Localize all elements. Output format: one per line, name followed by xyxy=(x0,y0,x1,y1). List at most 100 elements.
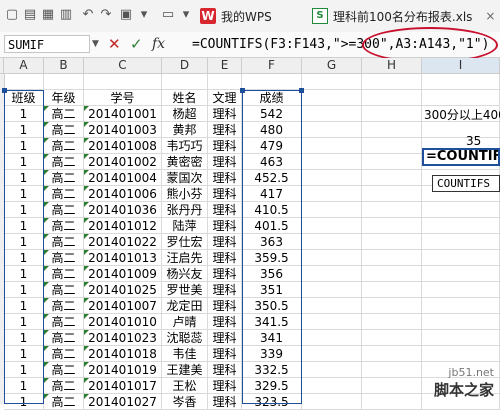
grade-cell[interactable]: 高二 xyxy=(44,250,84,266)
cell[interactable] xyxy=(362,282,422,298)
cell[interactable] xyxy=(422,330,500,346)
grade-cell[interactable]: 高二 xyxy=(44,378,84,394)
format-painter-icon[interactable]: ▣ xyxy=(118,7,134,23)
score-cell[interactable]: 351 xyxy=(242,282,302,298)
name-cell[interactable]: 王建美 xyxy=(162,362,208,378)
track-cell[interactable]: 理科 xyxy=(208,250,242,266)
score-cell[interactable]: 339 xyxy=(242,346,302,362)
name-cell[interactable]: 龙定田 xyxy=(162,298,208,314)
name-cell[interactable]: 罗仕宏 xyxy=(162,234,208,250)
grade-cell[interactable]: 高二 xyxy=(44,154,84,170)
class-cell[interactable]: 1 xyxy=(4,154,44,170)
score-cell[interactable]: 410.5 xyxy=(242,202,302,218)
student-id-cell[interactable]: 201401012 xyxy=(84,218,162,234)
cancel-icon[interactable]: ✕ xyxy=(108,36,121,52)
track-cell[interactable]: 理科 xyxy=(208,362,242,378)
student-id-cell[interactable]: 201401023 xyxy=(84,330,162,346)
class-cell[interactable]: 1 xyxy=(4,234,44,250)
class-cell[interactable]: 1 xyxy=(4,186,44,202)
cell[interactable] xyxy=(362,298,422,314)
dropdown-icon[interactable]: ▾ xyxy=(136,7,152,23)
save-icon[interactable]: ▦ xyxy=(40,7,56,23)
score-cell[interactable]: 363 xyxy=(242,234,302,250)
name-cell[interactable]: 黄密密 xyxy=(162,154,208,170)
class-cell[interactable]: 1 xyxy=(4,330,44,346)
cell[interactable] xyxy=(302,266,362,282)
score-cell[interactable]: 356 xyxy=(242,266,302,282)
track-cell[interactable]: 理科 xyxy=(208,282,242,298)
track-cell[interactable]: 理科 xyxy=(208,122,242,138)
cell[interactable] xyxy=(422,234,500,250)
cell[interactable] xyxy=(302,298,362,314)
class-cell[interactable]: 1 xyxy=(4,298,44,314)
score-cell[interactable]: 542 xyxy=(242,106,302,122)
score-cell[interactable]: 401.5 xyxy=(242,218,302,234)
student-id-cell[interactable]: 201401003 xyxy=(84,122,162,138)
grade-cell[interactable]: 高二 xyxy=(44,170,84,186)
grade-cell[interactable]: 高二 xyxy=(44,362,84,378)
track-cell[interactable]: 理科 xyxy=(208,186,242,202)
name-cell[interactable]: 杨兴友 xyxy=(162,266,208,282)
name-box[interactable]: SUMIF xyxy=(4,35,90,53)
student-id-cell[interactable]: 201401001 xyxy=(84,106,162,122)
student-id-cell[interactable]: 201401022 xyxy=(84,234,162,250)
score-cell[interactable]: 332.5 xyxy=(242,362,302,378)
range-handle[interactable] xyxy=(240,88,245,93)
grade-cell[interactable]: 高二 xyxy=(44,218,84,234)
header-cell-score[interactable]: 成绩 xyxy=(242,90,302,106)
cell[interactable] xyxy=(302,330,362,346)
name-cell[interactable]: 罗世美 xyxy=(162,282,208,298)
range-handle[interactable] xyxy=(299,88,304,93)
cell[interactable] xyxy=(302,234,362,250)
cell[interactable] xyxy=(362,330,422,346)
name-cell[interactable]: 韦巧巧 xyxy=(162,138,208,154)
column-header-a[interactable]: A xyxy=(4,58,44,74)
score-cell[interactable]: 341.5 xyxy=(242,314,302,330)
column-header-f[interactable]: F xyxy=(242,58,302,74)
track-cell[interactable]: 理科 xyxy=(208,266,242,282)
cell[interactable] xyxy=(302,394,362,410)
grade-cell[interactable]: 高二 xyxy=(44,122,84,138)
cell[interactable] xyxy=(362,138,422,154)
score-cell[interactable]: 479 xyxy=(242,138,302,154)
column-header-i[interactable]: I xyxy=(422,58,500,74)
cell[interactable] xyxy=(422,90,500,106)
class-cell[interactable]: 1 xyxy=(4,378,44,394)
track-cell[interactable]: 理科 xyxy=(208,170,242,186)
class-cell[interactable]: 1 xyxy=(4,218,44,234)
header-cell-name[interactable]: 姓名 xyxy=(162,90,208,106)
name-cell[interactable]: 岑香 xyxy=(162,394,208,410)
cell[interactable] xyxy=(362,170,422,186)
cell[interactable] xyxy=(422,282,500,298)
grade-cell[interactable]: 高二 xyxy=(44,346,84,362)
grade-cell[interactable]: 高二 xyxy=(44,138,84,154)
close-tab-icon[interactable]: × xyxy=(485,9,495,23)
student-id-cell[interactable]: 201401027 xyxy=(84,394,162,410)
grade-cell[interactable]: 高二 xyxy=(44,186,84,202)
cell[interactable] xyxy=(4,74,44,90)
cell[interactable] xyxy=(362,106,422,122)
cell[interactable] xyxy=(44,74,84,90)
cell[interactable] xyxy=(302,346,362,362)
cell[interactable] xyxy=(422,346,500,362)
name-cell[interactable]: 王松 xyxy=(162,378,208,394)
undo-icon[interactable]: ↶ xyxy=(80,7,96,23)
cell[interactable] xyxy=(302,314,362,330)
name-cell[interactable]: 卢晴 xyxy=(162,314,208,330)
cell[interactable] xyxy=(362,266,422,282)
cell[interactable] xyxy=(362,186,422,202)
cell[interactable] xyxy=(422,74,500,90)
student-id-cell[interactable]: 201401008 xyxy=(84,138,162,154)
name-cell[interactable]: 蒙国次 xyxy=(162,170,208,186)
cell[interactable] xyxy=(302,378,362,394)
student-id-cell[interactable]: 201401013 xyxy=(84,250,162,266)
redo-icon[interactable]: ↷ xyxy=(98,7,114,23)
grade-cell[interactable]: 高二 xyxy=(44,314,84,330)
grade-cell[interactable]: 高二 xyxy=(44,298,84,314)
cell[interactable] xyxy=(362,74,422,90)
grade-cell[interactable]: 高二 xyxy=(44,394,84,410)
class-cell[interactable]: 1 xyxy=(4,346,44,362)
student-id-cell[interactable]: 201401010 xyxy=(84,314,162,330)
cell[interactable] xyxy=(302,250,362,266)
cell[interactable] xyxy=(302,106,362,122)
